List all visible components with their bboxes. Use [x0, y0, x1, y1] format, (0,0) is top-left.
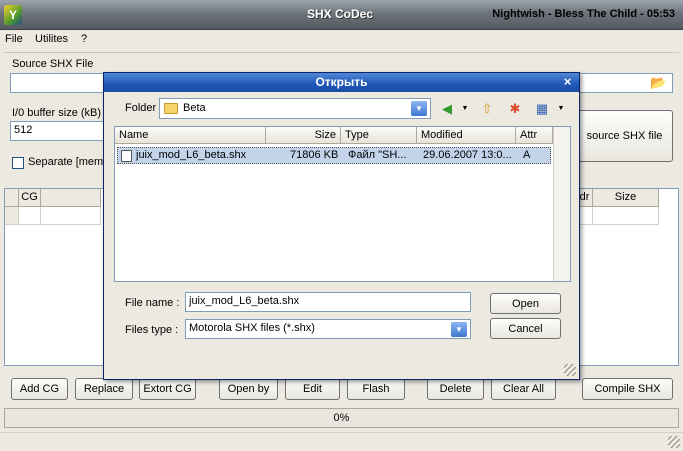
group-divider	[4, 52, 679, 53]
folder-select[interactable]: Beta ▼	[159, 98, 431, 119]
back-dropdown-icon[interactable]: ▼	[456, 100, 474, 118]
clear-all-button[interactable]: Clear All	[491, 378, 556, 400]
dialog-resize-grip-icon[interactable]	[564, 364, 576, 376]
file-type: Файл "SH...	[348, 149, 407, 161]
file-type-label: Files type :	[125, 324, 179, 336]
edit-button[interactable]: Edit	[285, 378, 340, 400]
cancel-button[interactable]: Cancel	[490, 318, 561, 339]
up-folder-icon[interactable]: ⇧	[478, 100, 496, 118]
source-shx-label: Source SHX File	[12, 58, 94, 70]
file-type-value: Motorola SHX files (*.shx)	[189, 322, 315, 334]
now-playing-text: Nightwish - Bless The Child - 05:53	[492, 8, 675, 20]
file-row[interactable]: juix_mod_L6_beta.shx 71806 KB Файл "SH..…	[117, 147, 551, 164]
folder-label: Folder	[125, 102, 157, 114]
chevron-down-icon[interactable]: ▼	[451, 322, 467, 337]
file-type-select[interactable]: Motorola SHX files (*.shx) ▼	[185, 319, 471, 339]
file-size: 71806 KB	[290, 149, 339, 161]
grid-header-blank[interactable]	[41, 189, 101, 207]
window-title: SHX CoDec	[306, 7, 374, 21]
menu-file[interactable]: File	[5, 33, 23, 45]
progress-bar: 0%	[4, 408, 679, 428]
resize-grip-icon[interactable]	[668, 436, 680, 448]
add-cg-button[interactable]: Add CG	[11, 378, 68, 400]
close-icon[interactable]: ×	[560, 75, 575, 90]
open-file-dialog: Открыть × Folder Beta ▼ ◀ ▼ ⇧ ✱ ▦ ▼ Name…	[103, 72, 580, 380]
file-name-input[interactable]: juix_mod_L6_beta.shx	[185, 292, 471, 312]
grid-header-cg[interactable]: CG	[19, 189, 41, 207]
app-logo-icon: Y	[4, 5, 22, 25]
title-bar: Y SHX CoDec Nightwish - Bless The Child …	[0, 0, 683, 30]
file-list-scrollbar[interactable]	[553, 127, 570, 281]
column-type[interactable]: Type	[341, 127, 417, 144]
file-name: juix_mod_L6_beta.shx	[136, 149, 247, 161]
menu-bar: File Utilites ?	[0, 30, 683, 48]
grid-row-indicator	[5, 207, 19, 225]
grid-cell[interactable]	[19, 207, 41, 225]
grid-corner	[5, 189, 19, 207]
chevron-down-icon[interactable]: ▼	[411, 101, 427, 116]
column-size[interactable]: Size	[266, 127, 341, 144]
folder-value: Beta	[183, 102, 206, 114]
status-bar	[0, 432, 683, 451]
buffer-size-input[interactable]: 512	[10, 121, 104, 141]
open-by-button[interactable]: Open by	[219, 378, 278, 400]
open-folder-icon[interactable]: 📂	[650, 75, 666, 90]
source-shx-file-button[interactable]: source SHX file	[576, 110, 673, 162]
separate-checkbox[interactable]	[12, 157, 24, 169]
file-attr: A	[523, 149, 531, 161]
menu-help[interactable]: ?	[81, 33, 87, 45]
column-attr[interactable]: Attr	[516, 127, 553, 144]
open-button[interactable]: Open	[490, 293, 561, 314]
dialog-title: Открыть	[104, 73, 579, 92]
grid-header-size[interactable]: Size	[593, 189, 659, 207]
file-name-label: File name :	[125, 297, 180, 309]
delete-button[interactable]: Delete	[427, 378, 484, 400]
menu-utilites[interactable]: Utilites	[35, 33, 68, 45]
grid-cell[interactable]	[593, 207, 659, 225]
view-dropdown-icon[interactable]: ▼	[552, 100, 570, 118]
extort-cg-button[interactable]: Extort CG	[139, 378, 196, 400]
column-name[interactable]: Name	[115, 127, 266, 144]
flash-button[interactable]: Flash	[347, 378, 405, 400]
replace-button[interactable]: Replace	[75, 378, 133, 400]
compile-shx-button[interactable]: Compile SHX	[582, 378, 673, 400]
back-icon[interactable]: ◀	[438, 100, 456, 118]
file-list[interactable]: Name Size Type Modified Attr juix_mod_L6…	[114, 126, 571, 282]
grid-cell[interactable]	[41, 207, 101, 225]
separate-label: Separate [mem	[28, 156, 104, 168]
folder-icon	[164, 103, 178, 114]
file-modified: 29.06.2007 13:0...	[423, 149, 512, 161]
new-folder-icon[interactable]: ✱	[506, 100, 524, 118]
buffer-size-label: I/0 buffer size (kB)	[12, 107, 102, 119]
file-icon	[121, 150, 132, 162]
column-modified[interactable]: Modified	[417, 127, 516, 144]
view-menu-icon[interactable]: ▦	[533, 100, 551, 118]
